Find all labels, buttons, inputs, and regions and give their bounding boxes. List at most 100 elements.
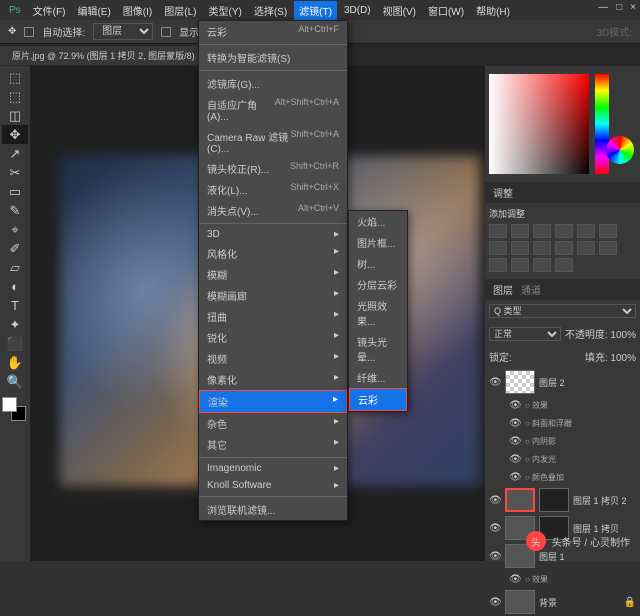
visibility-icon[interactable]: 👁: [489, 551, 501, 562]
adj-icon[interactable]: [555, 241, 573, 255]
menu-item[interactable]: 像素化: [199, 369, 347, 390]
menu-item[interactable]: 杂色: [199, 413, 347, 434]
mask-thumb[interactable]: [539, 488, 569, 512]
tool-10[interactable]: ▱: [2, 258, 28, 277]
tool-15[interactable]: ✋: [2, 353, 28, 372]
tool-11[interactable]: ◐: [2, 277, 28, 296]
opacity-label[interactable]: 不透明度: 100%: [565, 326, 636, 341]
adj-icon[interactable]: [511, 241, 529, 255]
menu-item[interactable]: 模糊画廊: [199, 285, 347, 306]
tool-14[interactable]: ⬛: [2, 334, 28, 353]
menu-0[interactable]: 文件(F): [28, 1, 71, 20]
adj-icon[interactable]: [533, 258, 551, 272]
tool-4[interactable]: ↗: [2, 144, 28, 163]
tool-9[interactable]: ✐: [2, 239, 28, 258]
tool-8[interactable]: ⌖: [2, 220, 28, 239]
menu-item[interactable]: 3D: [199, 226, 347, 243]
winctrl-btn[interactable]: ×: [630, 2, 636, 13]
visibility-icon[interactable]: 👁: [509, 436, 521, 447]
menu-item[interactable]: 转换为智能滤镜(S): [199, 47, 347, 68]
color-field[interactable]: [489, 74, 589, 174]
color-swatch[interactable]: [2, 397, 26, 421]
menu-item[interactable]: 扭曲: [199, 306, 347, 327]
menu-1[interactable]: 编辑(E): [72, 1, 115, 20]
adj-icon[interactable]: [555, 224, 573, 238]
layer-filter[interactable]: Q 类型: [489, 304, 636, 318]
layer-thumb[interactable]: [505, 370, 535, 394]
fill-label[interactable]: 填充: 100%: [585, 349, 636, 364]
layer-row[interactable]: 👁○ 内发光: [485, 450, 640, 468]
layer-row[interactable]: 👁○ 效果: [485, 570, 640, 588]
tool-2[interactable]: ◫: [2, 106, 28, 125]
menu-item[interactable]: Camera Raw 滤镜(C)...Shift+Ctrl+A: [199, 126, 347, 158]
visibility-icon[interactable]: 👁: [509, 454, 521, 465]
visibility-icon[interactable]: 👁: [509, 400, 521, 411]
adj-icon[interactable]: [599, 241, 617, 255]
window-controls[interactable]: — □ ×: [598, 2, 636, 13]
tool-13[interactable]: ✦: [2, 315, 28, 334]
hue-slider[interactable]: [595, 74, 609, 174]
menu-item[interactable]: Knoll Software: [199, 477, 347, 494]
menu-4[interactable]: 类型(Y): [203, 1, 246, 20]
adj-icon[interactable]: [555, 258, 573, 272]
color-wheel-icon[interactable]: [606, 136, 634, 164]
tool-0[interactable]: ⬚: [2, 68, 28, 87]
menu-item[interactable]: 云彩Alt+Ctrl+F: [199, 21, 347, 42]
submenu-item[interactable]: 镜头光晕...: [349, 331, 407, 367]
menu-8[interactable]: 视图(V): [378, 1, 421, 20]
auto-select-checkbox[interactable]: [24, 27, 34, 37]
menu-2[interactable]: 图像(I): [118, 1, 157, 20]
menu-item[interactable]: 渲染: [199, 390, 347, 413]
menu-6[interactable]: 滤镜(T): [294, 1, 337, 20]
menu-item[interactable]: 浏览联机滤镜...: [199, 499, 347, 520]
menu-item[interactable]: 视频: [199, 348, 347, 369]
document-tab[interactable]: 原片.jpg @ 72.9% (图层 1 拷贝 2, 图层蒙版/8): [0, 46, 208, 65]
visibility-icon[interactable]: 👁: [509, 472, 521, 483]
tool-12[interactable]: T: [2, 296, 28, 315]
submenu-item[interactable]: 云彩: [349, 388, 407, 411]
layer-row[interactable]: 👁图层 1 拷贝 2: [485, 486, 640, 514]
submenu-item[interactable]: 火焰...: [349, 211, 407, 232]
winctrl-btn[interactable]: □: [616, 2, 622, 13]
menu-item[interactable]: 消失点(V)...Alt+Ctrl+V: [199, 200, 347, 221]
layer-row[interactable]: 👁○ 效果: [485, 396, 640, 414]
menu-9[interactable]: 窗口(W): [423, 1, 469, 20]
layer-thumb[interactable]: [505, 590, 535, 614]
adj-icon[interactable]: [533, 241, 551, 255]
adj-icon[interactable]: [511, 224, 529, 238]
transform-checkbox[interactable]: [161, 27, 171, 37]
tool-16[interactable]: 🔍: [2, 372, 28, 391]
layer-row[interactable]: 👁图层 2: [485, 368, 640, 396]
submenu-item[interactable]: 图片框...: [349, 232, 407, 253]
menu-item[interactable]: 其它: [199, 434, 347, 455]
winctrl-btn[interactable]: —: [598, 2, 608, 13]
layer-row[interactable]: 👁○ 内阴影: [485, 432, 640, 450]
menu-item[interactable]: 液化(L)...Shift+Ctrl+X: [199, 179, 347, 200]
tool-3[interactable]: ✥: [2, 125, 28, 144]
menu-item[interactable]: 锐化: [199, 327, 347, 348]
color-panel[interactable]: [485, 66, 640, 182]
menu-10[interactable]: 帮助(H): [471, 1, 515, 20]
visibility-icon[interactable]: 👁: [509, 574, 521, 585]
visibility-icon[interactable]: 👁: [489, 377, 501, 388]
submenu-item[interactable]: 树...: [349, 253, 407, 274]
submenu-item[interactable]: 分层云彩: [349, 274, 407, 295]
submenu-item[interactable]: 光照效果...: [349, 295, 407, 331]
visibility-icon[interactable]: 👁: [489, 495, 501, 506]
menu-7[interactable]: 3D(D): [339, 3, 376, 18]
submenu-item[interactable]: 纤维...: [349, 367, 407, 388]
menu-item[interactable]: 风格化: [199, 243, 347, 264]
menu-3[interactable]: 图层(L): [159, 1, 201, 20]
visibility-icon[interactable]: 👁: [489, 523, 501, 534]
menu-item[interactable]: 模糊: [199, 264, 347, 285]
adj-icon[interactable]: [489, 258, 507, 272]
adj-icon[interactable]: [489, 224, 507, 238]
auto-select-target[interactable]: 图层: [93, 23, 153, 40]
menu-5[interactable]: 选择(S): [249, 1, 292, 20]
tool-7[interactable]: ✎: [2, 201, 28, 220]
blend-mode[interactable]: 正常: [489, 327, 561, 341]
layer-row[interactable]: 👁○ 斜面和浮雕: [485, 414, 640, 432]
adj-icon[interactable]: [577, 224, 595, 238]
adj-icon[interactable]: [489, 241, 507, 255]
tool-1[interactable]: ⬚: [2, 87, 28, 106]
